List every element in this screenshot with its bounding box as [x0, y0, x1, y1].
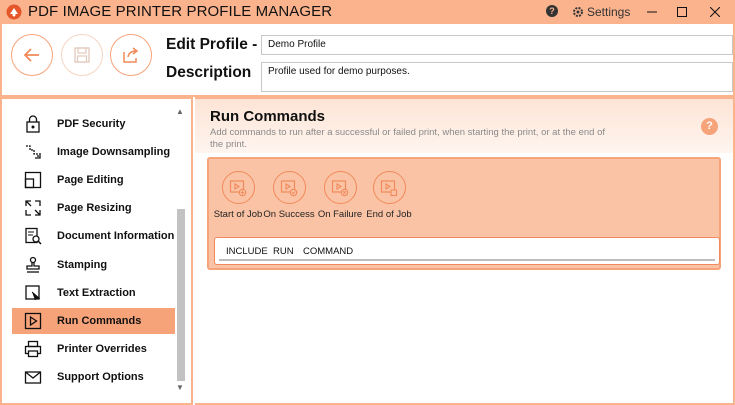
end-of-job-icon — [372, 171, 406, 204]
maximize-icon — [677, 7, 687, 17]
sidebar-item-support-options[interactable]: Support Options — [12, 364, 175, 390]
sidebar-item-page-editing[interactable]: Page Editing — [12, 167, 175, 193]
help-icon[interactable]: ? — [701, 118, 718, 135]
on-failure-label: On Failure — [317, 209, 363, 220]
end-of-job-button[interactable]: End of Job — [362, 171, 416, 220]
profile-description-input[interactable]: Profile used for demo purposes. — [261, 62, 733, 92]
title-bar: PDF IMAGE PRINTER PROFILE MANAGER ? Sett… — [0, 0, 735, 24]
printer-icon — [24, 340, 42, 358]
profile-name-input[interactable]: Demo Profile — [261, 35, 733, 55]
section-description: Add commands to run after a successful o… — [210, 127, 605, 150]
section-header: Run Commands Add commands to run after a… — [195, 99, 733, 153]
sidebar-item-label: Support Options — [57, 371, 144, 383]
sidebar-item-label: Page Editing — [57, 174, 124, 186]
column-header-include: INCLUDE — [226, 246, 268, 257]
section-title: Run Commands — [210, 108, 326, 125]
sidebar-item-label: Image Downsampling — [57, 146, 171, 158]
save-icon — [74, 47, 90, 63]
scroll-up-icon[interactable]: ▲ — [176, 107, 184, 116]
on-failure-icon — [323, 171, 357, 204]
profile-header: Edit Profile - Description Demo Profile … — [0, 24, 735, 97]
lock-icon — [24, 115, 42, 133]
settings-label: Settings — [587, 5, 631, 19]
on-failure-button[interactable]: On Failure — [313, 171, 367, 220]
table-header-divider — [219, 259, 715, 261]
page-edit-icon — [24, 171, 42, 189]
column-header-run: RUN — [273, 246, 294, 257]
sidebar: PDF Security Image Downsampling Page Edi… — [0, 97, 193, 405]
commands-panel: Start of Job On Success On Failure End o… — [207, 157, 721, 270]
sidebar-item-document-information[interactable]: Document Information — [12, 223, 175, 249]
end-of-job-label: End of Job — [366, 209, 412, 220]
on-success-icon — [272, 171, 306, 204]
sidebar-item-label: Text Extraction — [57, 287, 136, 299]
sidebar-item-stamping[interactable]: Stamping — [12, 252, 175, 278]
sidebar-item-page-resizing[interactable]: Page Resizing — [12, 195, 175, 221]
text-extract-icon — [24, 284, 42, 302]
sidebar-item-label: Document Information — [57, 230, 175, 242]
scroll-down-icon[interactable]: ▼ — [176, 383, 184, 392]
start-of-job-label: Start of Job — [213, 209, 263, 220]
minimize-button[interactable] — [637, 0, 667, 24]
sidebar-item-image-downsampling[interactable]: Image Downsampling — [12, 139, 175, 165]
back-button[interactable] — [11, 34, 53, 76]
sidebar-item-printer-overrides[interactable]: Printer Overrides — [12, 336, 175, 362]
settings-button[interactable]: Settings — [572, 4, 630, 20]
sidebar-item-label: PDF Security — [57, 118, 126, 130]
start-of-job-button[interactable]: Start of Job — [211, 171, 265, 220]
downsample-icon — [24, 143, 42, 161]
mail-icon — [24, 368, 42, 386]
edit-profile-label: Edit Profile - — [166, 36, 258, 53]
app-logo-icon — [6, 4, 22, 20]
minimize-icon — [647, 11, 657, 13]
description-label: Description — [166, 64, 252, 81]
sidebar-item-label: Run Commands — [57, 315, 142, 327]
stamp-icon — [24, 256, 42, 274]
play-icon — [24, 312, 42, 330]
sidebar-item-label: Printer Overrides — [57, 343, 147, 355]
window-title: PDF IMAGE PRINTER PROFILE MANAGER — [28, 3, 333, 20]
resize-icon — [24, 199, 42, 217]
maximize-button[interactable] — [667, 0, 697, 24]
sidebar-item-label: Stamping — [57, 259, 108, 271]
gear-icon — [573, 7, 583, 17]
commands-table[interactable]: INCLUDE RUN COMMAND — [214, 237, 720, 265]
sidebar-item-run-commands[interactable]: Run Commands — [12, 308, 175, 334]
close-icon — [710, 7, 720, 17]
help-icon[interactable]: ? — [546, 5, 558, 17]
start-of-job-icon — [221, 171, 255, 204]
sidebar-item-label: Page Resizing — [57, 202, 132, 214]
sidebar-item-pdf-security[interactable]: PDF Security — [12, 111, 175, 137]
sidebar-scrollbar-thumb[interactable] — [177, 209, 185, 381]
export-icon — [123, 47, 139, 63]
close-button[interactable] — [700, 0, 730, 24]
main-panel: Run Commands Add commands to run after a… — [195, 97, 735, 405]
document-info-icon — [24, 227, 42, 245]
save-button[interactable] — [61, 34, 103, 76]
export-button[interactable] — [110, 34, 152, 76]
on-success-button[interactable]: On Success — [262, 171, 316, 220]
arrow-left-icon — [23, 48, 39, 62]
sidebar-item-text-extraction[interactable]: Text Extraction — [12, 280, 175, 306]
column-header-command: COMMAND — [303, 246, 354, 257]
on-success-label: On Success — [263, 209, 315, 220]
